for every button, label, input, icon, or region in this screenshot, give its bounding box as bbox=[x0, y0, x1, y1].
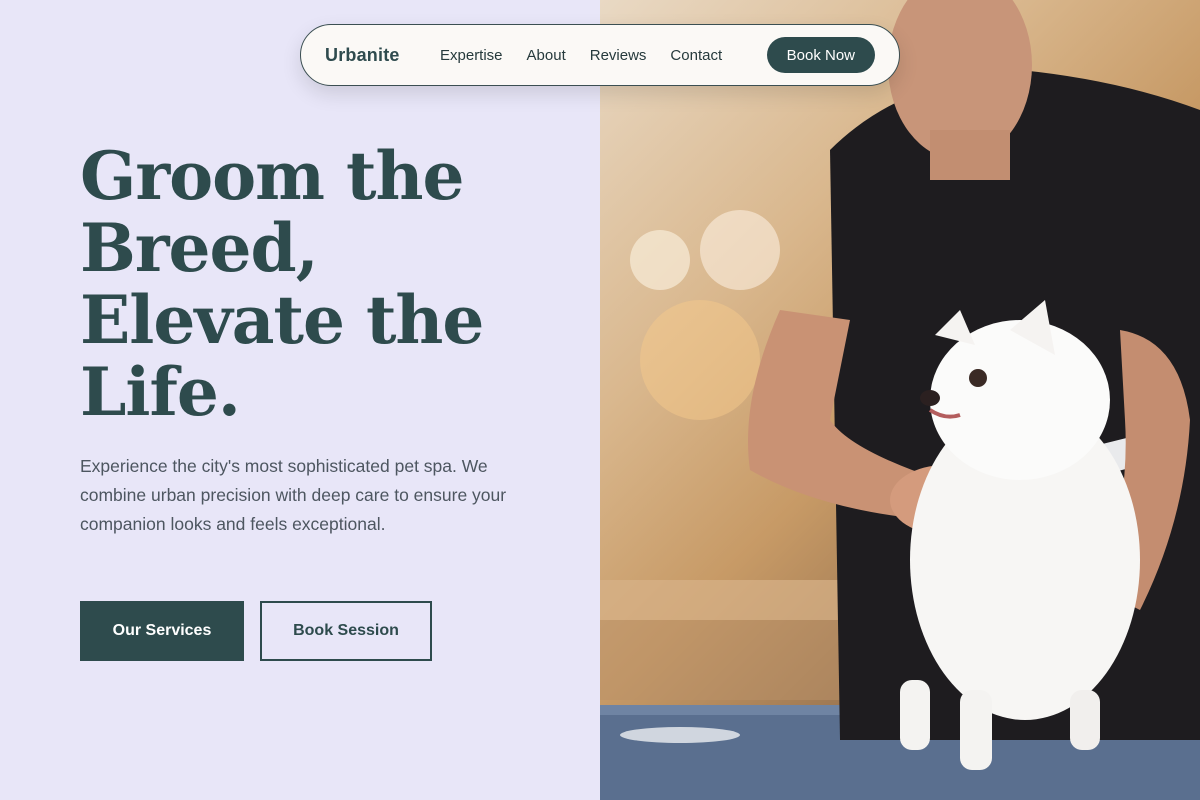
book-session-button[interactable]: Book Session bbox=[260, 601, 432, 661]
nav-link-expertise[interactable]: Expertise bbox=[440, 47, 503, 64]
hero-title-line: Breed, bbox=[80, 209, 319, 287]
hero-title-line: Life. bbox=[80, 353, 241, 431]
groomer-dog-illustration bbox=[600, 0, 1200, 800]
nav-links: Expertise About Reviews Contact bbox=[440, 47, 722, 64]
hero-photo bbox=[600, 0, 1200, 800]
our-services-button[interactable]: Our Services bbox=[80, 601, 244, 661]
hero-title-line: Groom the bbox=[80, 137, 464, 215]
hero-title-line: Elevate the bbox=[80, 281, 484, 359]
top-navbar: Urbanite Expertise About Reviews Contact… bbox=[300, 24, 900, 86]
brand-logo[interactable]: Urbanite bbox=[325, 45, 440, 66]
hero-title: Groom the Breed, Elevate the Life. bbox=[80, 140, 560, 428]
book-now-button[interactable]: Book Now bbox=[766, 37, 875, 73]
nav-link-reviews[interactable]: Reviews bbox=[590, 47, 647, 64]
nav-link-contact[interactable]: Contact bbox=[670, 47, 722, 64]
hero-description: Experience the city's most sophisticated… bbox=[80, 456, 507, 534]
nav-link-about[interactable]: About bbox=[527, 47, 566, 64]
